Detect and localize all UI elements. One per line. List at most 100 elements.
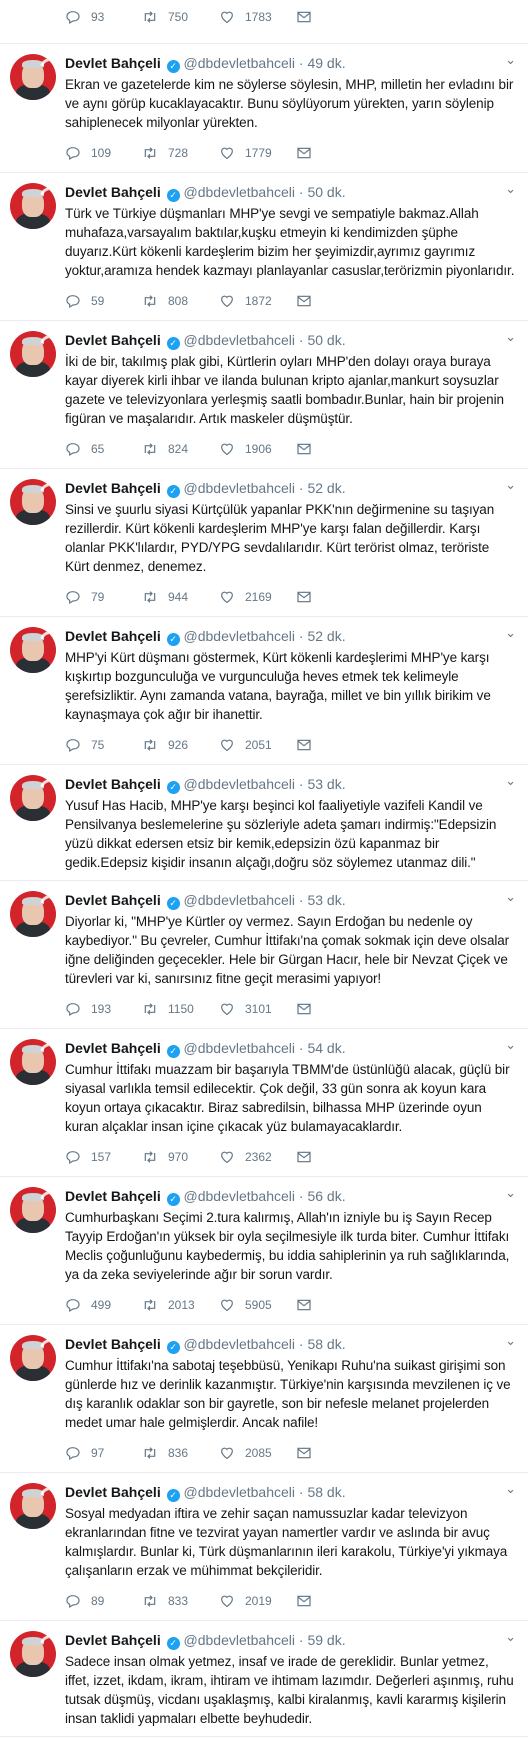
- tweet-time[interactable]: 56 dk.: [307, 1188, 345, 1204]
- tweet[interactable]: ⌄ Devlet Bahçeli ✓ @dbdevletbahceli · 58…: [0, 1325, 528, 1473]
- tweet[interactable]: ⌄ Devlet Bahçeli ✓ @dbdevletbahceli · 56…: [0, 1177, 528, 1325]
- author-name[interactable]: Devlet Bahçeli: [65, 1632, 161, 1648]
- tweet[interactable]: ⌄ Devlet Bahçeli ✓ @dbdevletbahceli · 52…: [0, 617, 528, 765]
- author-name[interactable]: Devlet Bahçeli: [65, 628, 161, 644]
- like-button[interactable]: 2169: [219, 589, 296, 605]
- reply-button[interactable]: 79: [65, 589, 142, 605]
- retweet-button[interactable]: 808: [142, 293, 219, 309]
- tweet-time[interactable]: 54 dk.: [307, 1040, 345, 1056]
- tweet-time[interactable]: 53 dk.: [307, 892, 345, 908]
- dm-button[interactable]: [296, 1149, 312, 1165]
- dm-button[interactable]: [296, 1593, 312, 1609]
- dm-button[interactable]: [296, 1001, 312, 1017]
- like-button[interactable]: 1906: [219, 441, 296, 457]
- like-button[interactable]: 2362: [219, 1149, 296, 1165]
- tweet[interactable]: ⌄ Devlet Bahçeli ✓ @dbdevletbahceli · 50…: [0, 321, 528, 469]
- avatar[interactable]: [10, 183, 56, 229]
- tweet-time[interactable]: 50 dk.: [307, 332, 345, 348]
- chevron-down-icon[interactable]: ⌄: [505, 1481, 516, 1497]
- retweet-button[interactable]: 833: [142, 1593, 219, 1609]
- author-name[interactable]: Devlet Bahçeli: [65, 480, 161, 496]
- like-button[interactable]: 1783: [219, 9, 296, 25]
- dm-button[interactable]: [296, 1297, 312, 1313]
- author-handle[interactable]: @dbdevletbahceli: [184, 55, 296, 71]
- chevron-down-icon[interactable]: ⌄: [505, 477, 516, 493]
- author-handle[interactable]: @dbdevletbahceli: [184, 628, 296, 644]
- tweet-time[interactable]: 58 dk.: [307, 1484, 345, 1500]
- author-handle[interactable]: @dbdevletbahceli: [184, 332, 296, 348]
- author-handle[interactable]: @dbdevletbahceli: [184, 184, 296, 200]
- dm-button[interactable]: [296, 145, 312, 161]
- author-name[interactable]: Devlet Bahçeli: [65, 1484, 161, 1500]
- reply-button[interactable]: 59: [65, 293, 142, 309]
- tweet[interactable]: ⌄ Devlet Bahçeli ✓ @dbdevletbahceli · 58…: [0, 1473, 528, 1621]
- retweet-button[interactable]: 2013: [142, 1297, 219, 1313]
- dm-button[interactable]: [296, 1445, 312, 1461]
- tweet[interactable]: ⌄ Devlet Bahçeli ✓ @dbdevletbahceli · 59…: [0, 1621, 528, 1737]
- author-name[interactable]: Devlet Bahçeli: [65, 1188, 161, 1204]
- chevron-down-icon[interactable]: ⌄: [505, 52, 516, 68]
- retweet-button[interactable]: 1150: [142, 1001, 219, 1017]
- tweet-time[interactable]: 53 dk.: [307, 776, 345, 792]
- dm-button[interactable]: [296, 589, 312, 605]
- avatar[interactable]: [10, 1631, 56, 1677]
- avatar[interactable]: [10, 891, 56, 937]
- author-name[interactable]: Devlet Bahçeli: [65, 1040, 161, 1056]
- tweet[interactable]: ⌄ Devlet Bahçeli ✓ @dbdevletbahceli · 50…: [0, 173, 528, 321]
- reply-button[interactable]: 93: [65, 9, 142, 25]
- tweet[interactable]: ⌄ Devlet Bahçeli ✓ @dbdevletbahceli · 49…: [0, 44, 528, 173]
- chevron-down-icon[interactable]: ⌄: [505, 181, 516, 197]
- retweet-button[interactable]: 728: [142, 145, 219, 161]
- retweet-button[interactable]: 824: [142, 441, 219, 457]
- author-handle[interactable]: @dbdevletbahceli: [184, 1040, 296, 1056]
- tweet-time[interactable]: 49 dk.: [307, 55, 345, 71]
- like-button[interactable]: 5905: [219, 1297, 296, 1313]
- chevron-down-icon[interactable]: ⌄: [505, 625, 516, 641]
- author-handle[interactable]: @dbdevletbahceli: [184, 1188, 296, 1204]
- avatar[interactable]: [10, 775, 56, 821]
- like-button[interactable]: 2019: [219, 1593, 296, 1609]
- author-name[interactable]: Devlet Bahçeli: [65, 892, 161, 908]
- reply-button[interactable]: 499: [65, 1297, 142, 1313]
- author-name[interactable]: Devlet Bahçeli: [65, 1336, 161, 1352]
- tweet[interactable]: ⌄ Devlet Bahçeli ✓ @dbdevletbahceli · 54…: [0, 1029, 528, 1177]
- avatar[interactable]: [10, 1483, 56, 1529]
- tweet-time[interactable]: 58 dk.: [307, 1336, 345, 1352]
- retweet-button[interactable]: 944: [142, 589, 219, 605]
- author-handle[interactable]: @dbdevletbahceli: [184, 1632, 296, 1648]
- chevron-down-icon[interactable]: ⌄: [505, 1629, 516, 1645]
- tweet-partial[interactable]: 93 750 1783: [0, 6, 528, 44]
- avatar[interactable]: [10, 1039, 56, 1085]
- like-button[interactable]: 1779: [219, 145, 296, 161]
- like-button[interactable]: 1872: [219, 293, 296, 309]
- reply-button[interactable]: 65: [65, 441, 142, 457]
- chevron-down-icon[interactable]: ⌄: [505, 1185, 516, 1201]
- avatar[interactable]: [10, 479, 56, 525]
- author-handle[interactable]: @dbdevletbahceli: [184, 892, 296, 908]
- reply-button[interactable]: 157: [65, 1149, 142, 1165]
- author-name[interactable]: Devlet Bahçeli: [65, 55, 161, 71]
- tweet-time[interactable]: 52 dk.: [307, 480, 345, 496]
- chevron-down-icon[interactable]: ⌄: [505, 329, 516, 345]
- author-handle[interactable]: @dbdevletbahceli: [184, 776, 296, 792]
- reply-button[interactable]: 75: [65, 737, 142, 753]
- reply-button[interactable]: 109: [65, 145, 142, 161]
- reply-button[interactable]: 193: [65, 1001, 142, 1017]
- dm-button[interactable]: [296, 9, 312, 25]
- avatar[interactable]: [10, 54, 56, 100]
- dm-button[interactable]: [296, 293, 312, 309]
- avatar[interactable]: [10, 1335, 56, 1381]
- avatar[interactable]: [10, 627, 56, 673]
- retweet-button[interactable]: 836: [142, 1445, 219, 1461]
- like-button[interactable]: 3101: [219, 1001, 296, 1017]
- tweet-time[interactable]: 59 dk.: [307, 1632, 345, 1648]
- author-name[interactable]: Devlet Bahçeli: [65, 332, 161, 348]
- chevron-down-icon[interactable]: ⌄: [505, 889, 516, 905]
- author-handle[interactable]: @dbdevletbahceli: [184, 1484, 296, 1500]
- author-name[interactable]: Devlet Bahçeli: [65, 776, 161, 792]
- author-handle[interactable]: @dbdevletbahceli: [184, 1336, 296, 1352]
- retweet-button[interactable]: 926: [142, 737, 219, 753]
- author-handle[interactable]: @dbdevletbahceli: [184, 480, 296, 496]
- reply-button[interactable]: 89: [65, 1593, 142, 1609]
- chevron-down-icon[interactable]: ⌄: [505, 1333, 516, 1349]
